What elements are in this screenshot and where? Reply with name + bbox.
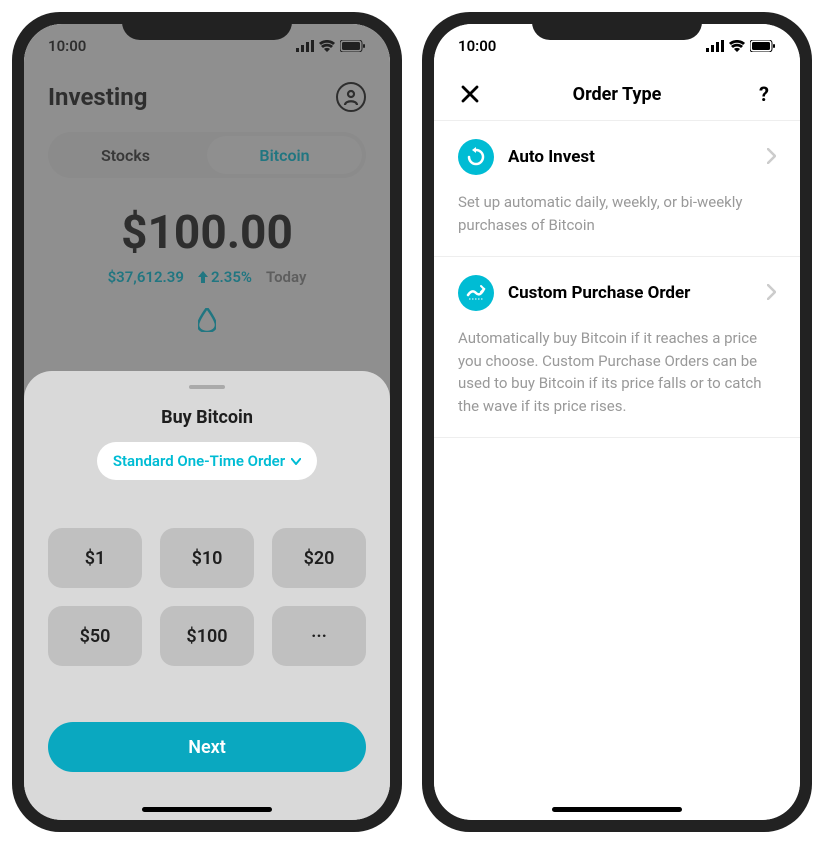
notch xyxy=(122,12,292,40)
home-indicator[interactable] xyxy=(142,807,272,812)
screen: 10:00 Investing Stocks Bitcoin $100.00 xyxy=(24,24,390,820)
amount-button[interactable]: $20 xyxy=(272,528,366,588)
cellular-icon xyxy=(706,40,724,52)
amount-button[interactable]: $100 xyxy=(160,606,254,666)
phone-frame-left: 10:00 Investing Stocks Bitcoin $100.00 xyxy=(12,12,402,832)
close-icon xyxy=(461,85,479,103)
option-custom-purchase[interactable]: Custom Purchase Order Automatically buy … xyxy=(434,257,800,437)
auto-invest-icon xyxy=(458,139,494,175)
amount-button[interactable]: $50 xyxy=(48,606,142,666)
option-title: Auto Invest xyxy=(508,147,753,167)
chevron-down-icon xyxy=(291,458,301,465)
home-indicator[interactable] xyxy=(552,807,682,812)
amount-button-more[interactable]: ··· xyxy=(272,606,366,666)
option-auto-invest[interactable]: Auto Invest Set up automatic daily, week… xyxy=(434,121,800,256)
status-time: 10:00 xyxy=(458,37,496,55)
sheet-grabber[interactable] xyxy=(189,385,225,389)
order-type-label: Standard One-Time Order xyxy=(113,452,285,470)
amount-button[interactable]: $1 xyxy=(48,528,142,588)
help-button[interactable]: ? xyxy=(752,82,776,106)
chevron-right-icon xyxy=(767,145,776,169)
option-title: Custom Purchase Order xyxy=(508,283,753,303)
next-button[interactable]: Next xyxy=(48,722,366,772)
option-description: Automatically buy Bitcoin if it reaches … xyxy=(458,327,776,417)
custom-purchase-icon xyxy=(458,275,494,311)
buy-sheet: Buy Bitcoin Standard One-Time Order $1 $… xyxy=(24,371,390,820)
amount-grid: $1 $10 $20 $50 $100 ··· xyxy=(48,528,366,666)
phone-frame-right: 10:00 Order Type ? xyxy=(422,12,812,832)
screen: 10:00 Order Type ? xyxy=(434,24,800,820)
modal-title: Order Type xyxy=(482,84,752,105)
status-icons xyxy=(706,40,776,52)
sheet-title: Buy Bitcoin xyxy=(48,407,366,428)
divider xyxy=(434,437,800,438)
close-button[interactable] xyxy=(458,85,482,103)
notch xyxy=(532,12,702,40)
order-type-selector[interactable]: Standard One-Time Order xyxy=(97,442,317,480)
wifi-icon xyxy=(729,40,745,52)
option-description: Set up automatic daily, weekly, or bi-we… xyxy=(458,191,776,236)
chevron-right-icon xyxy=(767,281,776,305)
battery-icon xyxy=(750,40,776,52)
amount-button[interactable]: $10 xyxy=(160,528,254,588)
